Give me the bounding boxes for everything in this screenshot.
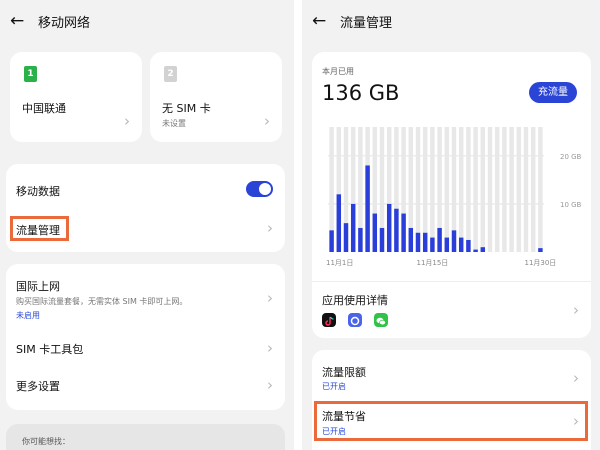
sim-toolkit-item[interactable]: SIM 卡工具包 <box>16 341 83 357</box>
header: ← 流量管理 <box>312 10 392 32</box>
highlight-box <box>314 401 588 441</box>
bar-track <box>444 127 450 252</box>
screen-divider <box>294 0 302 450</box>
bar <box>473 249 478 252</box>
usage-chart: 20 GB 10 GB 11月1日 11月15日 11月30日 <box>324 124 589 267</box>
sim-name: 无 SIM 卡 <box>162 102 211 115</box>
traffic-management-screen: ← 流量管理 本月已用 136 GB 充流量 20 GB 10 GB 11月1日 11… <box>302 0 600 450</box>
sim-card-2[interactable]: 2 无 SIM 卡 未设置 › <box>150 52 282 142</box>
chevron-right-icon: › <box>573 369 579 387</box>
bar <box>336 194 342 252</box>
bar <box>437 227 442 252</box>
chevron-right-icon: › <box>264 112 270 130</box>
mobile-data-toggle[interactable] <box>246 181 273 197</box>
bar <box>365 165 370 252</box>
x-tick-label: 11月1日 <box>326 259 353 267</box>
more-settings-item[interactable]: 更多设置 <box>16 378 60 394</box>
bar-track <box>509 127 514 252</box>
international-roaming-desc: 购买国际流量套餐，无需实体 SIM 卡即可上网。 <box>16 297 188 306</box>
chevron-right-icon: › <box>124 112 130 130</box>
y-tick-label: 20 GB <box>560 153 582 161</box>
tiktok-app-icon <box>322 313 336 327</box>
chevron-right-icon: › <box>573 301 579 319</box>
chevron-right-icon: › <box>267 376 273 394</box>
bar-track <box>480 127 486 252</box>
usage-card: 本月已用 136 GB 充流量 20 GB 10 GB 11月1日 11月15日 11月… <box>312 52 591 338</box>
recharge-button[interactable]: 充流量 <box>529 82 577 103</box>
page-title: 流量管理 <box>340 15 393 31</box>
bar <box>538 248 543 252</box>
bar <box>422 232 428 252</box>
bar-track <box>487 127 493 252</box>
bar-track <box>458 127 464 252</box>
sim-name: 中国联通 <box>22 102 66 115</box>
bar <box>444 237 450 252</box>
bar <box>415 232 421 252</box>
sim-card-1[interactable]: 1 中国联通 › <box>10 52 142 142</box>
sim-status: 未设置 <box>162 119 186 128</box>
bar <box>408 227 414 252</box>
bar-track <box>430 127 435 252</box>
mobile-network-screen: ← 移动网络 1 中国联通 › 2 无 SIM 卡 未设置 › 移动数据 流量管… <box>0 0 294 450</box>
x-tick-label: 11月15日 <box>416 259 448 267</box>
data-limit-item[interactable]: 流量限额 <box>322 364 366 380</box>
bar <box>350 203 356 252</box>
bar-track <box>538 127 543 252</box>
bar <box>358 227 363 252</box>
sim-card-icon: 2 <box>164 66 177 82</box>
chevron-right-icon: › <box>267 289 273 307</box>
mobile-data-label: 移动数据 <box>16 185 60 198</box>
bar <box>401 213 406 252</box>
usage-label: 本月已用 <box>322 67 354 76</box>
bar <box>372 213 378 252</box>
usage-value: 136 GB <box>322 81 400 105</box>
x-tick-label: 11月30日 <box>524 259 556 267</box>
highlight-box <box>10 216 69 241</box>
data-limit-status: 已开启 <box>322 382 346 391</box>
y-tick-label: 10 GB <box>560 201 582 209</box>
bar <box>430 237 435 252</box>
bar-track <box>530 127 536 252</box>
header: ← 移动网络 <box>10 10 90 32</box>
back-arrow-icon[interactable]: ← <box>312 11 332 31</box>
bar <box>458 237 464 252</box>
international-roaming-label[interactable]: 国际上网 <box>16 278 60 294</box>
usage-chart-svg: 20 GB 10 GB 11月1日 11月15日 11月30日 <box>326 127 582 267</box>
bar <box>379 227 385 252</box>
wechat-app-icon <box>374 313 388 327</box>
suggestion-label: 你可能想找： <box>22 437 70 446</box>
bar-track <box>473 127 478 252</box>
browser-app-icon <box>348 313 362 327</box>
bar <box>394 208 399 252</box>
suggestion-card: 你可能想找： <box>6 424 285 450</box>
bar-track <box>466 127 471 252</box>
bar-track <box>523 127 529 252</box>
international-roaming-status: 未启用 <box>16 311 40 320</box>
bar <box>386 203 392 252</box>
bar <box>451 230 457 252</box>
back-arrow-icon[interactable]: ← <box>10 11 30 31</box>
bar-track <box>494 127 500 252</box>
bar-track <box>502 127 507 252</box>
bar <box>329 230 334 252</box>
bar <box>466 239 471 252</box>
page-title: 移动网络 <box>38 15 91 31</box>
bar-track <box>516 127 522 252</box>
sim-card-icon: 1 <box>24 66 37 82</box>
bar <box>480 247 486 252</box>
chevron-right-icon: › <box>267 339 273 357</box>
chevron-right-icon: › <box>267 219 273 237</box>
bar <box>343 223 349 252</box>
divider-line <box>312 281 591 282</box>
app-usage-label[interactable]: 应用使用详情 <box>322 292 388 308</box>
other-settings-card: 国际上网 购买国际流量套餐，无需实体 SIM 卡即可上网。 未启用 › SIM … <box>6 264 285 410</box>
